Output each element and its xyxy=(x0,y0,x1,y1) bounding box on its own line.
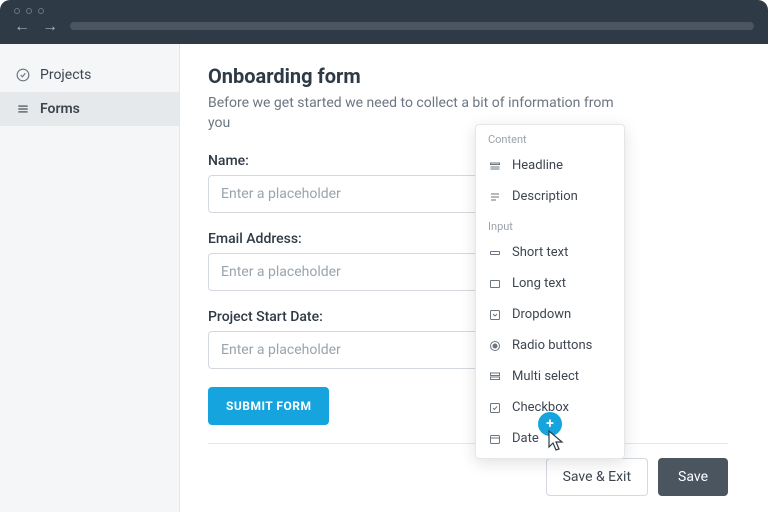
popover-item-dropdown[interactable]: Dropdown xyxy=(476,299,624,330)
multiselect-icon xyxy=(488,370,502,384)
window-dots xyxy=(0,0,768,18)
short-text-icon xyxy=(488,246,502,260)
form-title: Onboarding form xyxy=(208,64,728,88)
popover-item-headline[interactable]: Headline xyxy=(476,150,624,181)
sidebar-item-label: Forms xyxy=(40,101,80,117)
popover-item-short-text[interactable]: Short text xyxy=(476,237,624,268)
popover-item-label: Short text xyxy=(512,245,568,260)
dropdown-icon xyxy=(488,308,502,322)
sidebar-item-label: Projects xyxy=(40,67,91,83)
popover-item-label: Multi select xyxy=(512,369,579,384)
window-dot-icon xyxy=(38,8,44,14)
forward-arrow-icon[interactable]: → xyxy=(42,18,58,34)
popover-section-heading: Input xyxy=(476,212,624,237)
radio-icon xyxy=(488,339,502,353)
headline-icon xyxy=(488,159,502,173)
url-bar[interactable] xyxy=(70,22,754,30)
checkbox-icon xyxy=(488,401,502,415)
popover-item-radio[interactable]: Radio buttons xyxy=(476,330,624,361)
popover-item-label: Radio buttons xyxy=(512,338,592,353)
sidebar-item-projects[interactable]: Projects xyxy=(0,58,179,92)
popover-item-description[interactable]: Description xyxy=(476,181,624,212)
back-arrow-icon[interactable]: ← xyxy=(14,18,30,34)
add-element-fab[interactable]: + xyxy=(538,412,562,436)
date-icon xyxy=(488,432,502,446)
browser-chrome: ← → xyxy=(0,0,768,44)
save-button[interactable]: Save xyxy=(658,458,728,496)
app-shell: Projects Forms Onboarding form Before we… xyxy=(0,44,768,512)
popover-item-label: Headline xyxy=(512,158,563,173)
popover-item-label: Dropdown xyxy=(512,307,571,322)
window-dot-icon xyxy=(26,8,32,14)
description-icon xyxy=(488,190,502,204)
add-element-popover: Content Headline Description Input Short… xyxy=(475,124,625,459)
window-dot-icon xyxy=(14,8,20,14)
sidebar: Projects Forms xyxy=(0,44,180,512)
submit-button[interactable]: SUBMIT FORM xyxy=(208,387,329,425)
plus-icon: + xyxy=(546,416,554,432)
popover-item-long-text[interactable]: Long text xyxy=(476,268,624,299)
popover-item-label: Checkbox xyxy=(512,400,569,415)
long-text-icon xyxy=(488,277,502,291)
popover-item-label: Description xyxy=(512,189,578,204)
popover-item-label: Long text xyxy=(512,276,566,291)
popover-item-label: Date xyxy=(512,431,539,446)
browser-nav: ← → xyxy=(0,18,768,40)
popover-section-heading: Content xyxy=(476,125,624,150)
footer-actions: Save & Exit Save xyxy=(208,443,728,510)
main-content: Onboarding form Before we get started we… xyxy=(180,44,768,512)
check-circle-icon xyxy=(16,68,30,82)
menu-icon xyxy=(16,102,30,116)
sidebar-item-forms[interactable]: Forms xyxy=(0,92,179,126)
popover-item-multiselect[interactable]: Multi select xyxy=(476,361,624,392)
save-exit-button[interactable]: Save & Exit xyxy=(546,458,648,496)
